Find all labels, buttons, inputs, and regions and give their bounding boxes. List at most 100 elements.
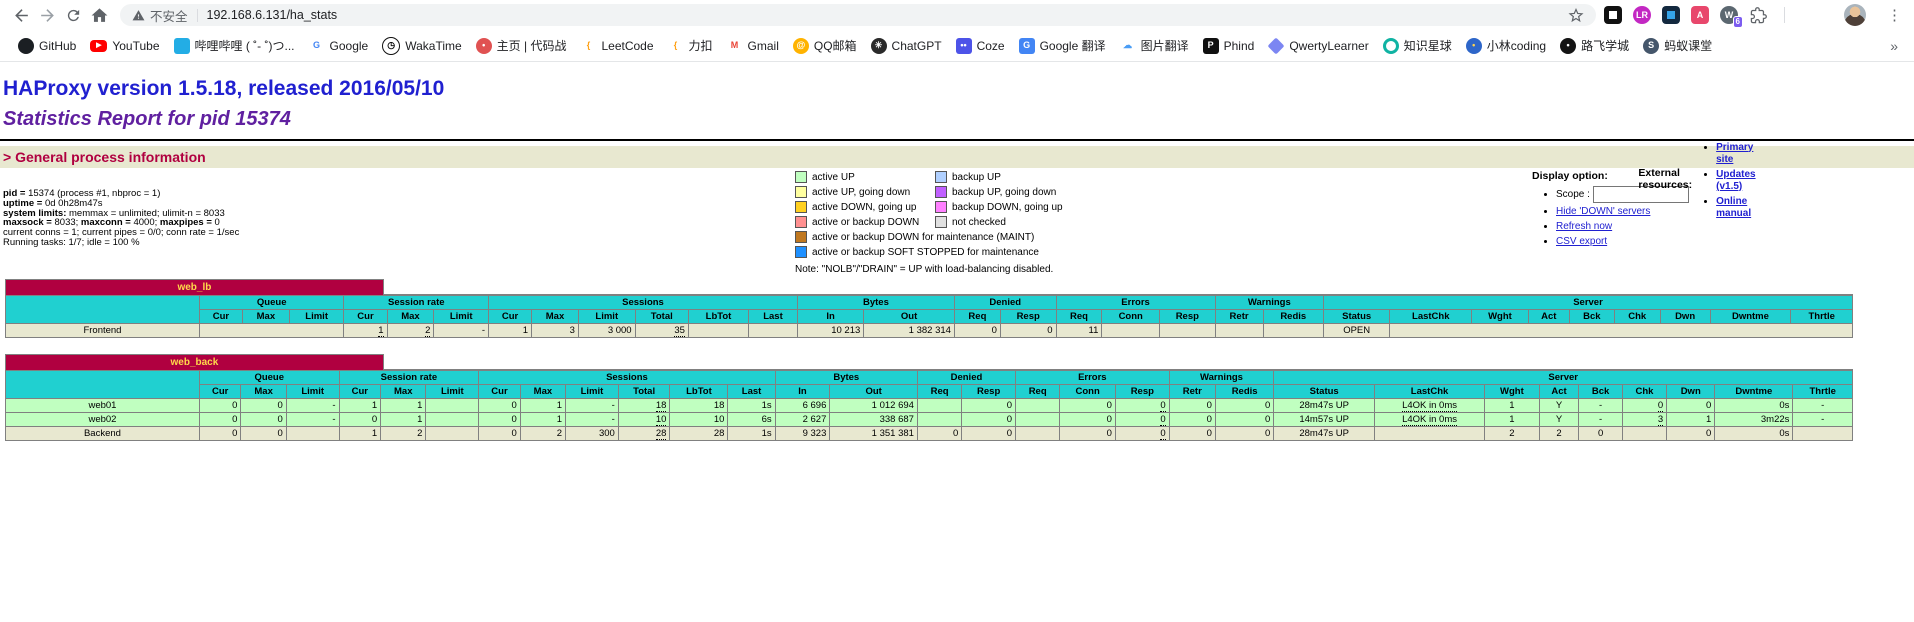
xiaolin-coding-icon: • bbox=[1466, 38, 1482, 54]
bookmark-label: ChatGPT bbox=[892, 39, 942, 53]
bookmark-item-15[interactable]: QwertyLearner bbox=[1268, 38, 1368, 54]
coze-icon: •• bbox=[956, 38, 972, 54]
stats-tables: web_lbQueueSession rateSessionsBytesDeni… bbox=[5, 279, 1853, 441]
report-subtitle: Statistics Report for pid 15374 bbox=[3, 108, 1914, 131]
extensions-puzzle-icon[interactable] bbox=[1749, 6, 1767, 24]
bookmark-item-10[interactable]: ✳ ChatGPT bbox=[871, 38, 942, 54]
image-translate-icon: ☁ bbox=[1120, 38, 1136, 54]
bookmark-item-6[interactable]: { LeetCode bbox=[580, 38, 653, 54]
bookmark-item-12[interactable]: GGoogle 翻译 bbox=[1019, 37, 1106, 54]
bookmark-item-9[interactable]: @ QQ邮箱 bbox=[793, 37, 857, 54]
bookmark-label: WakaTime bbox=[405, 39, 461, 53]
bookmark-star-icon[interactable] bbox=[1568, 7, 1584, 23]
bookmark-label: 哔哩哔哩 ( ˚- ˚)つ... bbox=[195, 37, 295, 54]
display-option-item-0: Hide 'DOWN' servers bbox=[1556, 206, 1689, 218]
bookmark-label: 知识星球 bbox=[1404, 37, 1452, 54]
horizontal-rule bbox=[0, 139, 1914, 141]
proxy-title-filler bbox=[384, 279, 1853, 295]
bookmark-label: 力扣 bbox=[689, 37, 713, 54]
legend-label: active or backup SOFT STOPPED for mainte… bbox=[812, 247, 1063, 258]
omnibox-divider bbox=[197, 9, 198, 22]
external-resource-item-2: Online manual bbox=[1716, 196, 1755, 220]
proxy-section-web_lb: web_lbQueueSession rateSessionsBytesDeni… bbox=[5, 279, 1853, 338]
qqmail-icon: @ bbox=[793, 38, 809, 54]
extension-badge: 6 bbox=[1733, 16, 1743, 28]
codewar-icon: • bbox=[476, 38, 492, 54]
wakatime-icon: ◷ bbox=[382, 37, 400, 55]
bookmark-item-19[interactable]: S 蚂蚁课堂 bbox=[1643, 37, 1712, 54]
bookmark-item-17[interactable]: •小林coding bbox=[1466, 37, 1546, 54]
legend-label: backup UP, going down bbox=[952, 187, 1063, 198]
address-bar[interactable]: 不安全 192.168.6.131/ha_stats bbox=[120, 4, 1596, 26]
bookmark-item-0[interactable]: GitHub bbox=[18, 38, 76, 54]
reload-button[interactable] bbox=[60, 2, 86, 28]
haproxy-version-link[interactable]: HAProxy version 1.5.18, released 2016/05… bbox=[3, 77, 444, 100]
bookmark-label: 主页 | 代码战 bbox=[497, 37, 567, 54]
external-resource-item-0: Primary site bbox=[1716, 142, 1755, 166]
bookmark-label: 蚂蚁课堂 bbox=[1664, 37, 1712, 54]
legend-label: backup DOWN, going up bbox=[952, 202, 1063, 213]
luffy-icon: • bbox=[1560, 38, 1576, 54]
leetcode-icon: { bbox=[580, 38, 596, 54]
process-info-line: Running tasks: 1/7; idle = 100 % bbox=[3, 238, 239, 248]
bilibili-icon bbox=[174, 38, 190, 54]
legend-label: backup UP bbox=[952, 172, 1063, 183]
bookmark-label: 图片翻译 bbox=[1141, 37, 1189, 54]
bookmark-label: GitHub bbox=[39, 39, 76, 53]
external-resources-title: External resources: bbox=[1638, 167, 1692, 191]
bookmark-item-7[interactable]: {力扣 bbox=[668, 37, 713, 54]
bookmark-label: Coze bbox=[977, 39, 1005, 53]
extensions-cluster: LR A W6 ⋮ bbox=[1604, 4, 1906, 26]
bookmark-item-13[interactable]: ☁ 图片翻译 bbox=[1120, 37, 1189, 54]
bookmark-item-4[interactable]: ◷ WakaTime bbox=[382, 37, 461, 55]
youtube-icon: ▶ bbox=[90, 40, 107, 52]
display-option-item-1: Refresh now bbox=[1556, 221, 1689, 233]
extension-purple-circle-icon[interactable]: LR bbox=[1633, 6, 1651, 24]
bookmark-item-1[interactable]: ▶ YouTube bbox=[90, 39, 159, 53]
gmail-icon: M bbox=[727, 38, 743, 54]
bookmark-item-11[interactable]: •• Coze bbox=[956, 38, 1005, 54]
bookmark-label: QQ邮箱 bbox=[814, 37, 857, 54]
bookmark-item-8[interactable]: MGmail bbox=[727, 38, 779, 54]
extension-black-square-icon[interactable] bbox=[1604, 6, 1622, 24]
bookmark-label: YouTube bbox=[112, 39, 159, 53]
home-button[interactable] bbox=[86, 2, 112, 28]
security-chip[interactable]: 不安全 bbox=[132, 6, 188, 25]
mayi-icon: S bbox=[1643, 38, 1659, 54]
extension-translate-icon[interactable]: A bbox=[1691, 6, 1709, 24]
bookmark-label: 路飞学城 bbox=[1581, 37, 1629, 54]
extension-w-badge-icon[interactable]: W6 bbox=[1720, 6, 1738, 24]
display-option-link-0[interactable]: Hide 'DOWN' servers bbox=[1556, 206, 1650, 217]
legend-label: active or backup DOWN bbox=[812, 217, 930, 228]
bookmark-item-3[interactable]: GGoogle bbox=[309, 38, 369, 54]
bookmark-item-18[interactable]: • 路飞学城 bbox=[1560, 37, 1629, 54]
bookmark-item-5[interactable]: • 主页 | 代码战 bbox=[476, 37, 567, 54]
external-resource-link-0[interactable]: Primary site bbox=[1716, 142, 1753, 165]
warning-icon bbox=[132, 9, 145, 22]
zsxq-icon bbox=[1383, 38, 1399, 54]
bookmark-item-14[interactable]: PPhind bbox=[1203, 38, 1255, 54]
extension-blue-square-icon[interactable] bbox=[1662, 6, 1680, 24]
bookmark-label: LeetCode bbox=[601, 39, 653, 53]
profile-avatar[interactable] bbox=[1844, 4, 1866, 26]
section-heading: > General process information bbox=[0, 146, 1914, 168]
display-option-link-1[interactable]: Refresh now bbox=[1556, 221, 1612, 232]
legend-label: active UP bbox=[812, 172, 930, 183]
toolbar-separator bbox=[1784, 7, 1785, 23]
forward-button[interactable] bbox=[34, 2, 60, 28]
stats-table-web_lb: QueueSession rateSessionsBytesDeniedErro… bbox=[5, 295, 1853, 338]
chatgpt-icon: ✳ bbox=[871, 38, 887, 54]
external-resource-link-1[interactable]: Updates (v1.5) bbox=[1716, 169, 1755, 192]
table-row-web02: web0200-0101-10106s2 627338 6870000014m5… bbox=[6, 413, 1853, 427]
qwertylearner-icon bbox=[1268, 37, 1285, 54]
bookmark-item-16[interactable]: 知识星球 bbox=[1383, 37, 1452, 54]
table-row-Frontend: Frontend12-133 0003510 2131 382 3140011O… bbox=[6, 324, 1853, 338]
display-option-link-2[interactable]: CSV export bbox=[1556, 236, 1607, 247]
back-button[interactable] bbox=[8, 2, 34, 28]
bookmark-item-2[interactable]: 哔哩哔哩 ( ˚- ˚)つ... bbox=[174, 37, 295, 54]
menu-kebab-icon[interactable]: ⋮ bbox=[1887, 6, 1902, 24]
external-resource-link-2[interactable]: Online manual bbox=[1716, 196, 1751, 219]
bookmark-label: QwertyLearner bbox=[1289, 39, 1368, 53]
display-options-title: Display option: bbox=[1532, 170, 1608, 182]
bookmarks-overflow-chevron[interactable]: » bbox=[1890, 38, 1898, 54]
